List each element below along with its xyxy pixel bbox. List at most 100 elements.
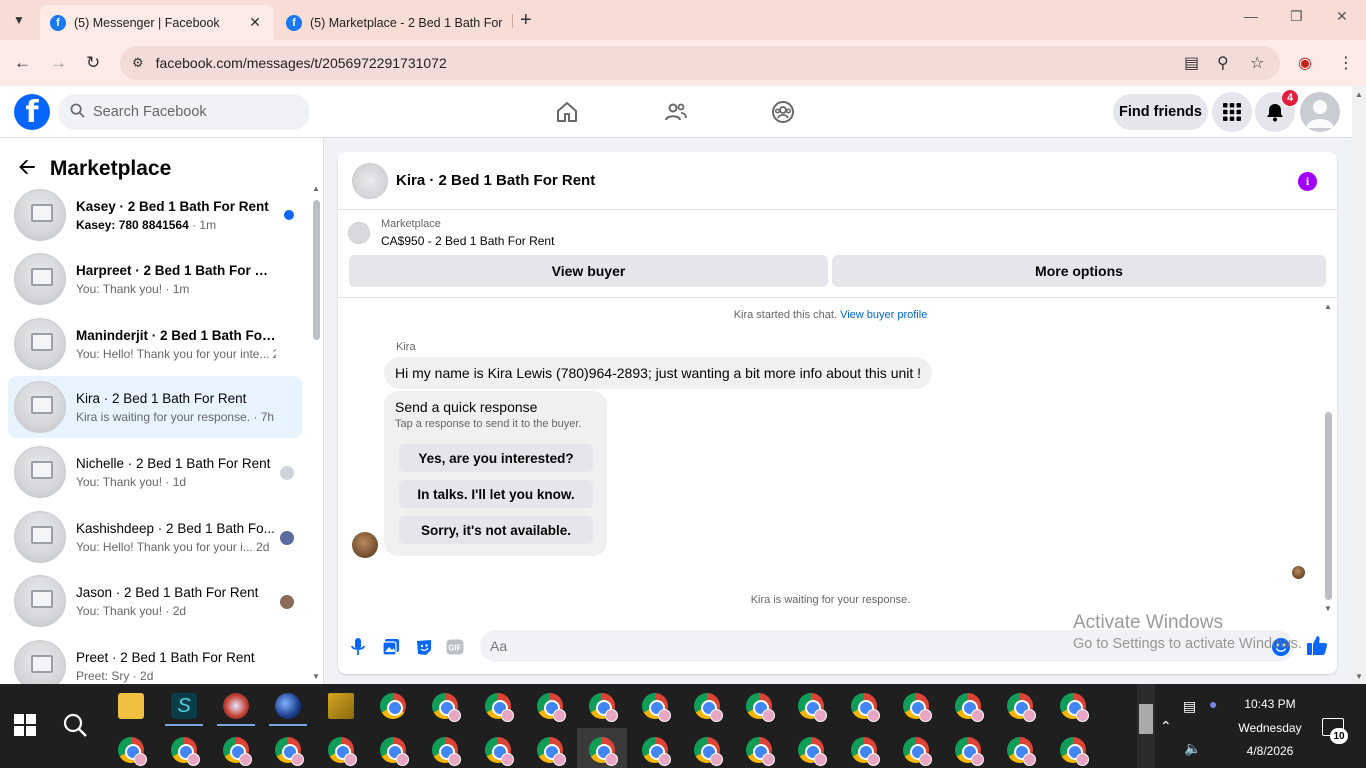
close-window-icon[interactable]: ✕	[1336, 8, 1348, 25]
close-tab-icon[interactable]: ✕	[246, 14, 264, 31]
photo-icon[interactable]	[380, 636, 402, 658]
quick-response-interested-button[interactable]: Yes, are you interested?	[399, 444, 593, 472]
chrome-window-icon[interactable]	[380, 737, 409, 766]
info-icon[interactable]: i	[1298, 172, 1317, 191]
restore-icon[interactable]: ❐	[1290, 8, 1303, 25]
paint-app-icon[interactable]	[223, 693, 249, 719]
quick-response-in-talks-button[interactable]: In talks. I'll let you know.	[399, 480, 593, 508]
scroll-up-arrow-icon[interactable]: ▲	[312, 184, 320, 193]
view-buyer-button[interactable]: View buyer	[349, 255, 828, 287]
conversation-item[interactable]: Kashishdeep · 2 Bed 1 Bath Fo... You: He…	[8, 506, 302, 568]
sidebar-scrollbar-thumb[interactable]	[313, 200, 320, 340]
chrome-window-icon[interactable]	[642, 693, 671, 722]
chat-scrollbar-thumb[interactable]	[1325, 412, 1332, 600]
chrome-window-icon[interactable]	[118, 737, 147, 766]
chrome-window-icon[interactable]	[1060, 737, 1089, 766]
chrome-window-icon[interactable]	[694, 737, 723, 766]
chrome-window-icon[interactable]	[1007, 693, 1036, 722]
app-gold-icon[interactable]	[328, 693, 354, 719]
conversation-item[interactable]: Jason · 2 Bed 1 Bath For Rent You: Thank…	[8, 570, 302, 632]
message-input[interactable]	[480, 630, 1294, 662]
chrome-window-icon[interactable]	[746, 693, 775, 722]
chrome-window-icon[interactable]	[955, 737, 984, 766]
microphone-icon[interactable]	[347, 636, 369, 658]
tab-messenger[interactable]: f (5) Messenger | Facebook ✕	[40, 5, 274, 40]
page-scrollbar[interactable]: ▲ ▼	[1352, 86, 1366, 684]
view-buyer-profile-link[interactable]: View buyer profile	[840, 309, 927, 321]
profile-icon[interactable]: ◉	[1298, 53, 1312, 73]
windows-start-icon[interactable]	[14, 714, 36, 736]
back-arrow-icon[interactable]: 🡨	[18, 150, 36, 188]
find-friends-button[interactable]: Find friends	[1113, 94, 1208, 130]
more-options-button[interactable]: More options	[832, 255, 1326, 287]
chrome-window-icon[interactable]	[642, 737, 671, 766]
chrome-window-icon[interactable]	[537, 693, 566, 722]
tab-search-chevron-icon[interactable]: ▼	[8, 9, 30, 31]
thumbs-up-icon[interactable]	[1306, 634, 1328, 656]
chrome-menu-icon[interactable]: ⋮	[1338, 53, 1354, 73]
zoom-icon[interactable]: ⚲	[1217, 53, 1229, 73]
conversation-item[interactable]: Maninderjit · 2 Bed 1 Bath For R... You:…	[8, 313, 302, 375]
address-bar[interactable]: ⚙ facebook.com/messages/t/20569722917310…	[120, 46, 1280, 80]
new-tab-icon[interactable]: +	[520, 9, 532, 31]
chrome-window-icon[interactable]	[851, 737, 880, 766]
home-icon[interactable]	[553, 98, 581, 126]
conversation-item-selected[interactable]: Kira · 2 Bed 1 Bath For Rent Kira is wai…	[8, 376, 302, 438]
chrome-window-icon[interactable]	[275, 737, 304, 766]
chrome-window-icon[interactable]	[432, 693, 461, 722]
chrome-window-icon[interactable]	[903, 693, 932, 722]
chat-scroll-down-icon[interactable]: ▼	[1324, 604, 1332, 613]
chrome-window-icon[interactable]	[746, 737, 775, 766]
page-scroll-up-icon[interactable]: ▲	[1355, 90, 1363, 99]
back-icon[interactable]: ←	[14, 53, 31, 73]
quick-response-not-available-button[interactable]: Sorry, it's not available.	[399, 516, 593, 544]
chrome-window-icon[interactable]	[798, 737, 827, 766]
search-facebook-input[interactable]: Search Facebook	[58, 94, 310, 130]
install-app-icon[interactable]: ▤	[1184, 53, 1199, 73]
listing-thumbnail[interactable]	[352, 162, 388, 199]
chrome-window-icon[interactable]	[380, 693, 406, 719]
chrome-window-icon[interactable]	[485, 737, 514, 766]
chrome-window-icon[interactable]	[589, 693, 618, 722]
emoji-icon[interactable]	[1272, 638, 1290, 656]
taskbar-scrollbar-thumb[interactable]	[1139, 704, 1153, 734]
groups-icon[interactable]	[769, 98, 797, 126]
chat-title[interactable]: Kira · 2 Bed 1 Bath For Rent	[396, 172, 595, 189]
file-explorer-icon[interactable]	[118, 693, 144, 719]
app-s-icon[interactable]: S	[171, 693, 197, 719]
menu-grid-icon[interactable]	[1212, 92, 1252, 132]
chat-scroll-up-icon[interactable]: ▲	[1324, 302, 1332, 311]
chrome-window-icon[interactable]	[328, 737, 357, 766]
chrome-window-icon[interactable]	[903, 737, 932, 766]
chrome-window-icon[interactable]	[851, 693, 880, 722]
minimize-icon[interactable]: —	[1244, 8, 1258, 24]
page-scroll-down-icon[interactable]: ▼	[1355, 672, 1363, 681]
facebook-logo-icon[interactable]: f	[14, 94, 50, 130]
chrome-window-icon[interactable]	[1007, 737, 1036, 766]
scroll-down-arrow-icon[interactable]: ▼	[312, 672, 320, 681]
conversation-item[interactable]: Nichelle · 2 Bed 1 Bath For Rent You: Th…	[8, 441, 302, 503]
bookmark-star-icon[interactable]: ☆	[1250, 53, 1264, 73]
chrome-window-icon[interactable]	[537, 737, 566, 766]
tab-marketplace[interactable]: f (5) Marketplace - 2 Bed 1 Bath For Ren…	[276, 5, 512, 40]
site-info-icon[interactable]: ⚙	[132, 55, 144, 71]
globe-app-icon[interactable]	[275, 693, 301, 719]
chrome-window-icon[interactable]	[798, 693, 827, 722]
sender-avatar[interactable]	[352, 532, 378, 558]
chrome-window-icon[interactable]	[223, 737, 252, 766]
conversation-item[interactable]: Harpreet · 2 Bed 1 Bath For Rent You: Th…	[8, 248, 302, 310]
gif-icon[interactable]: GIF	[444, 636, 466, 658]
chrome-window-icon[interactable]	[589, 737, 618, 766]
chrome-window-icon[interactable]	[955, 693, 984, 722]
chrome-window-icon[interactable]	[485, 693, 514, 722]
reload-icon[interactable]: ↻	[86, 53, 100, 73]
account-avatar[interactable]	[1300, 92, 1340, 132]
taskbar-search-icon[interactable]	[62, 712, 90, 740]
forward-icon[interactable]: →	[50, 53, 67, 73]
chrome-window-icon[interactable]	[432, 737, 461, 766]
chrome-window-icon[interactable]	[1060, 693, 1089, 722]
conversation-item[interactable]: Kasey · 2 Bed 1 Bath For Rent Kasey: 780…	[8, 184, 302, 246]
chrome-window-icon[interactable]	[171, 737, 200, 766]
sticker-icon[interactable]	[413, 636, 435, 658]
chrome-window-icon[interactable]	[694, 693, 723, 722]
